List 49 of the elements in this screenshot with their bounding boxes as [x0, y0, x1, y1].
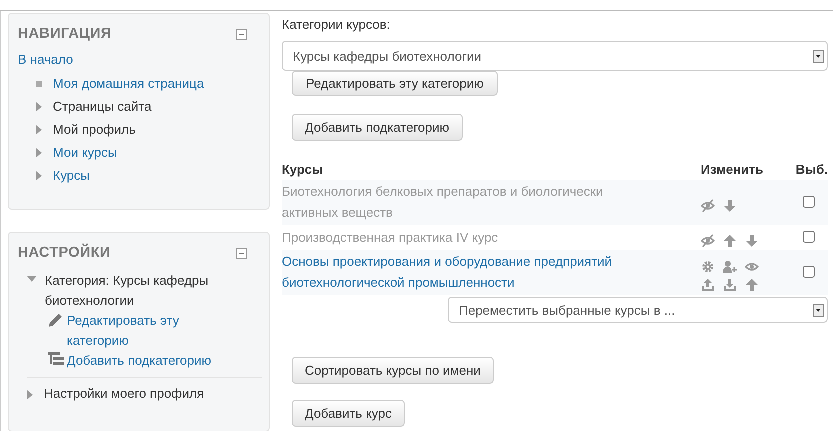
hidden-eye-icon[interactable]	[701, 199, 715, 213]
dropdown-icon	[813, 50, 824, 62]
gear-icon[interactable]	[701, 260, 715, 274]
expand-arrow-icon[interactable]	[36, 170, 42, 180]
nav-item[interactable]: Мои курсы	[53, 145, 118, 160]
up-arrow-icon[interactable]	[745, 278, 759, 292]
upload-icon[interactable]	[701, 278, 715, 292]
settings-item[interactable]: Категория: Курсы кафедры биотехнологии	[45, 271, 232, 311]
nav-item[interactable]: Страницы сайта	[53, 99, 152, 114]
collapse-icon[interactable]	[236, 28, 247, 40]
expand-arrow-icon[interactable]	[27, 390, 33, 400]
column-header: Изменить	[701, 162, 765, 176]
down-arrow-icon[interactable]	[723, 199, 737, 213]
block-title: НАСТРОЙКИ	[18, 245, 111, 261]
nav-item[interactable]: Мой профиль	[53, 122, 136, 137]
sort-courses-button[interactable]: Сортировать курсы по имени	[292, 357, 494, 384]
move-courses-select[interactable]: Переместить выбранные курсы в ...	[448, 297, 828, 323]
add-course-button[interactable]: Добавить курс	[292, 400, 405, 427]
hierarchy-icon	[48, 352, 64, 366]
hidden-eye-icon[interactable]	[701, 234, 715, 248]
select-checkbox[interactable]	[803, 266, 815, 278]
expand-arrow-icon[interactable]	[36, 124, 42, 134]
column-header: Выб.	[794, 162, 828, 176]
collapse-arrow-icon[interactable]	[27, 276, 37, 282]
settings-item[interactable]: Настройки моего профиля	[44, 384, 204, 404]
add-subcategory-button[interactable]: Добавить подкатегорию	[292, 114, 463, 141]
settings-link[interactable]: Редактировать эту категорию	[67, 311, 220, 351]
category-select[interactable]: Курсы кафедры биотехнологии	[282, 41, 828, 71]
collapse-icon[interactable]	[236, 248, 247, 258]
nav-item[interactable]: Курсы	[53, 168, 90, 183]
select-checkbox[interactable]	[803, 196, 815, 208]
up-arrow-icon[interactable]	[723, 234, 737, 248]
column-header: Курсы	[282, 162, 324, 176]
eye-icon[interactable]	[745, 260, 759, 274]
select-checkbox[interactable]	[803, 231, 815, 243]
home-link[interactable]: В начало	[18, 52, 259, 67]
expand-arrow-icon[interactable]	[36, 148, 42, 158]
bullet-icon	[36, 80, 42, 86]
add-user-icon[interactable]	[723, 260, 737, 274]
nav-item[interactable]: Моя домашняя страница	[53, 76, 204, 91]
settings-link[interactable]: Добавить подкатегорию	[67, 351, 212, 371]
field-label: Категории курсов:	[282, 17, 390, 32]
pencil-icon	[48, 312, 64, 328]
down-arrow-icon[interactable]	[745, 234, 759, 248]
dropdown-icon	[813, 304, 824, 316]
download-icon[interactable]	[723, 278, 737, 292]
edit-category-button[interactable]: Редактировать эту категорию	[292, 71, 498, 96]
block-title: НАВИГАЦИЯ	[18, 26, 112, 42]
expand-arrow-icon[interactable]	[36, 102, 42, 112]
